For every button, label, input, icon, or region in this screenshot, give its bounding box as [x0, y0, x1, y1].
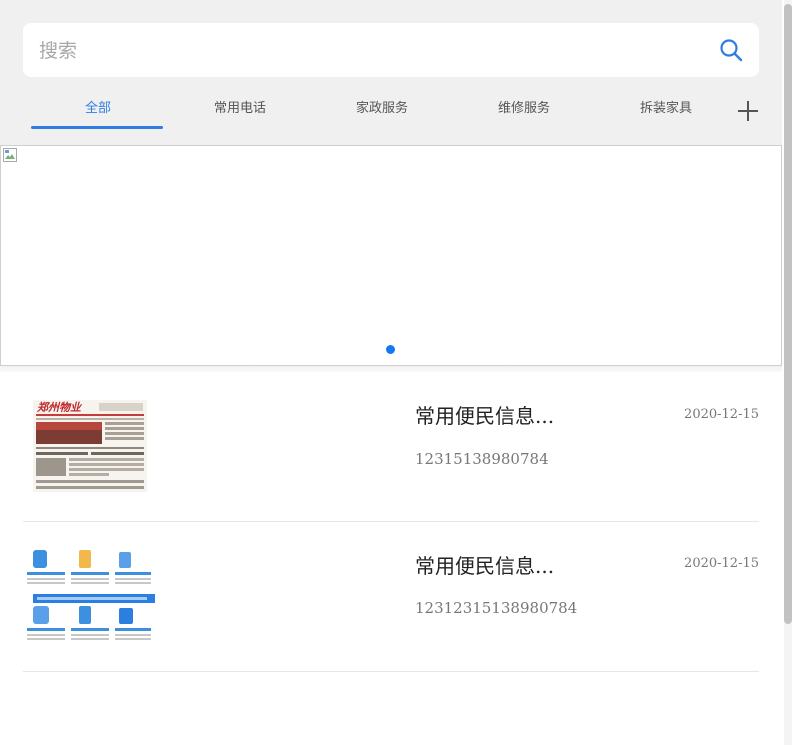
- carousel-dot[interactable]: [386, 345, 395, 354]
- tab-repair[interactable]: 维修服务: [457, 90, 591, 130]
- item-title: 常用便民信息...: [415, 554, 555, 578]
- infographic-thumbnail: [23, 544, 155, 650]
- newspaper-thumbnail: 郑州物业: [33, 400, 147, 492]
- search-icon[interactable]: [719, 38, 743, 62]
- tab-furniture[interactable]: 拆装家具: [599, 90, 733, 130]
- plus-icon[interactable]: [736, 99, 760, 123]
- search-bar[interactable]: [23, 23, 759, 79]
- tab-housekeeping[interactable]: 家政服务: [315, 90, 449, 130]
- search-input[interactable]: [37, 23, 701, 79]
- item-title: 常用便民信息...: [415, 404, 555, 428]
- svg-text:郑州物业: 郑州物业: [36, 401, 83, 414]
- broken-image-icon: [3, 148, 17, 162]
- active-tab-indicator: [31, 126, 163, 129]
- item-date: 2020-12-15: [684, 407, 759, 422]
- row-divider: [23, 671, 759, 672]
- banner-carousel[interactable]: [0, 145, 782, 366]
- tab-common-phones[interactable]: 常用电话: [173, 90, 307, 130]
- list-item[interactable]: 常用便民信息... 2020-12-15 12312315138980784: [23, 522, 759, 672]
- item-date: 2020-12-15: [684, 556, 759, 571]
- list-item[interactable]: 郑州物业 常用便民信息... 2020-12-15 12315138980784: [23, 372, 759, 522]
- tab-all[interactable]: 全部: [31, 90, 165, 130]
- item-phone: 12312315138980784: [415, 599, 578, 617]
- scrollbar-thumb[interactable]: [784, 4, 792, 624]
- item-phone: 12315138980784: [415, 450, 549, 468]
